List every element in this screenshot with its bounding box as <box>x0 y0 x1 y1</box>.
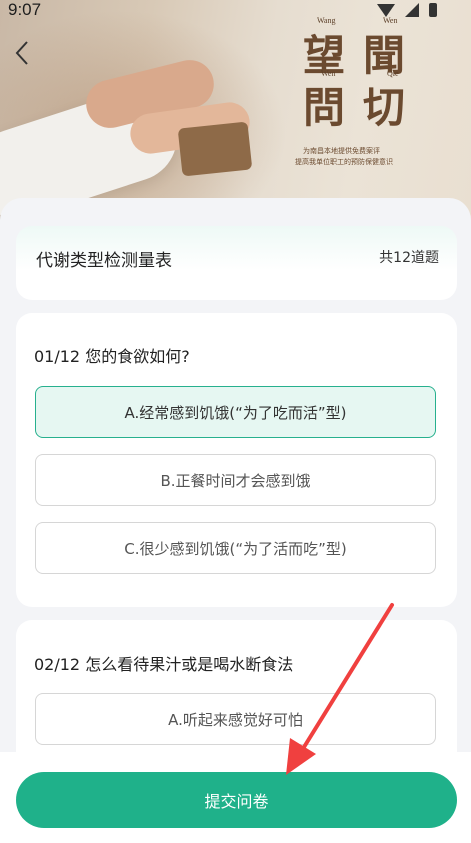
char-wen-ask: 問 <box>303 83 348 132</box>
question-count: 共12道题 <box>379 250 439 266</box>
tagline-line1: 为南昌本地提供免费案评 <box>303 147 380 155</box>
status-time: 9:07 <box>8 0 42 19</box>
submit-button[interactable]: 提交问卷 <box>16 772 457 828</box>
question-1-option-c[interactable]: C.很少感到饥饿(“为了活而吃”型) <box>35 522 436 574</box>
calligraphy-title: Wang Wen 望 聞 Wen Qie 問 切 为南昌本地提供免费案评 提高我… <box>295 16 431 168</box>
wifi-icon <box>377 3 395 17</box>
question-2-title: 02/12 怎么看待果汁或是喝水断食法 <box>34 655 294 674</box>
chevron-left-icon <box>15 41 28 65</box>
back-button[interactable] <box>14 40 42 70</box>
signal-icon <box>405 3 419 17</box>
status-icons <box>377 3 437 17</box>
char-qie: 切 <box>363 83 408 132</box>
question-card-1: 01/12 您的食欲如何? A.经常感到饥饿(“为了吃而活”型) B.正餐时间才… <box>16 313 457 607</box>
question-1-title: 01/12 您的食欲如何? <box>34 347 190 366</box>
question-1-option-b[interactable]: B.正餐时间才会感到饿 <box>35 454 436 506</box>
status-bar: 9:07 <box>0 0 471 22</box>
hero-banner: Wang Wen 望 聞 Wen Qie 問 切 为南昌本地提供免费案评 提高我… <box>0 0 471 220</box>
tagline-line2: 提高我单位职工的预防保健意识 <box>295 158 393 166</box>
battery-icon <box>429 3 437 17</box>
hero-photo-pulse-pillow <box>177 121 253 177</box>
question-2-option-a[interactable]: A.听起来感觉好可怕 <box>35 693 436 745</box>
footer-bar: 提交问卷 <box>0 752 471 843</box>
survey-title: 代谢类型检测量表 <box>36 251 172 271</box>
survey-header-card: 代谢类型检测量表 共12道题 <box>16 226 457 300</box>
question-1-option-a[interactable]: A.经常感到饥饿(“为了吃而活”型) <box>35 386 436 438</box>
